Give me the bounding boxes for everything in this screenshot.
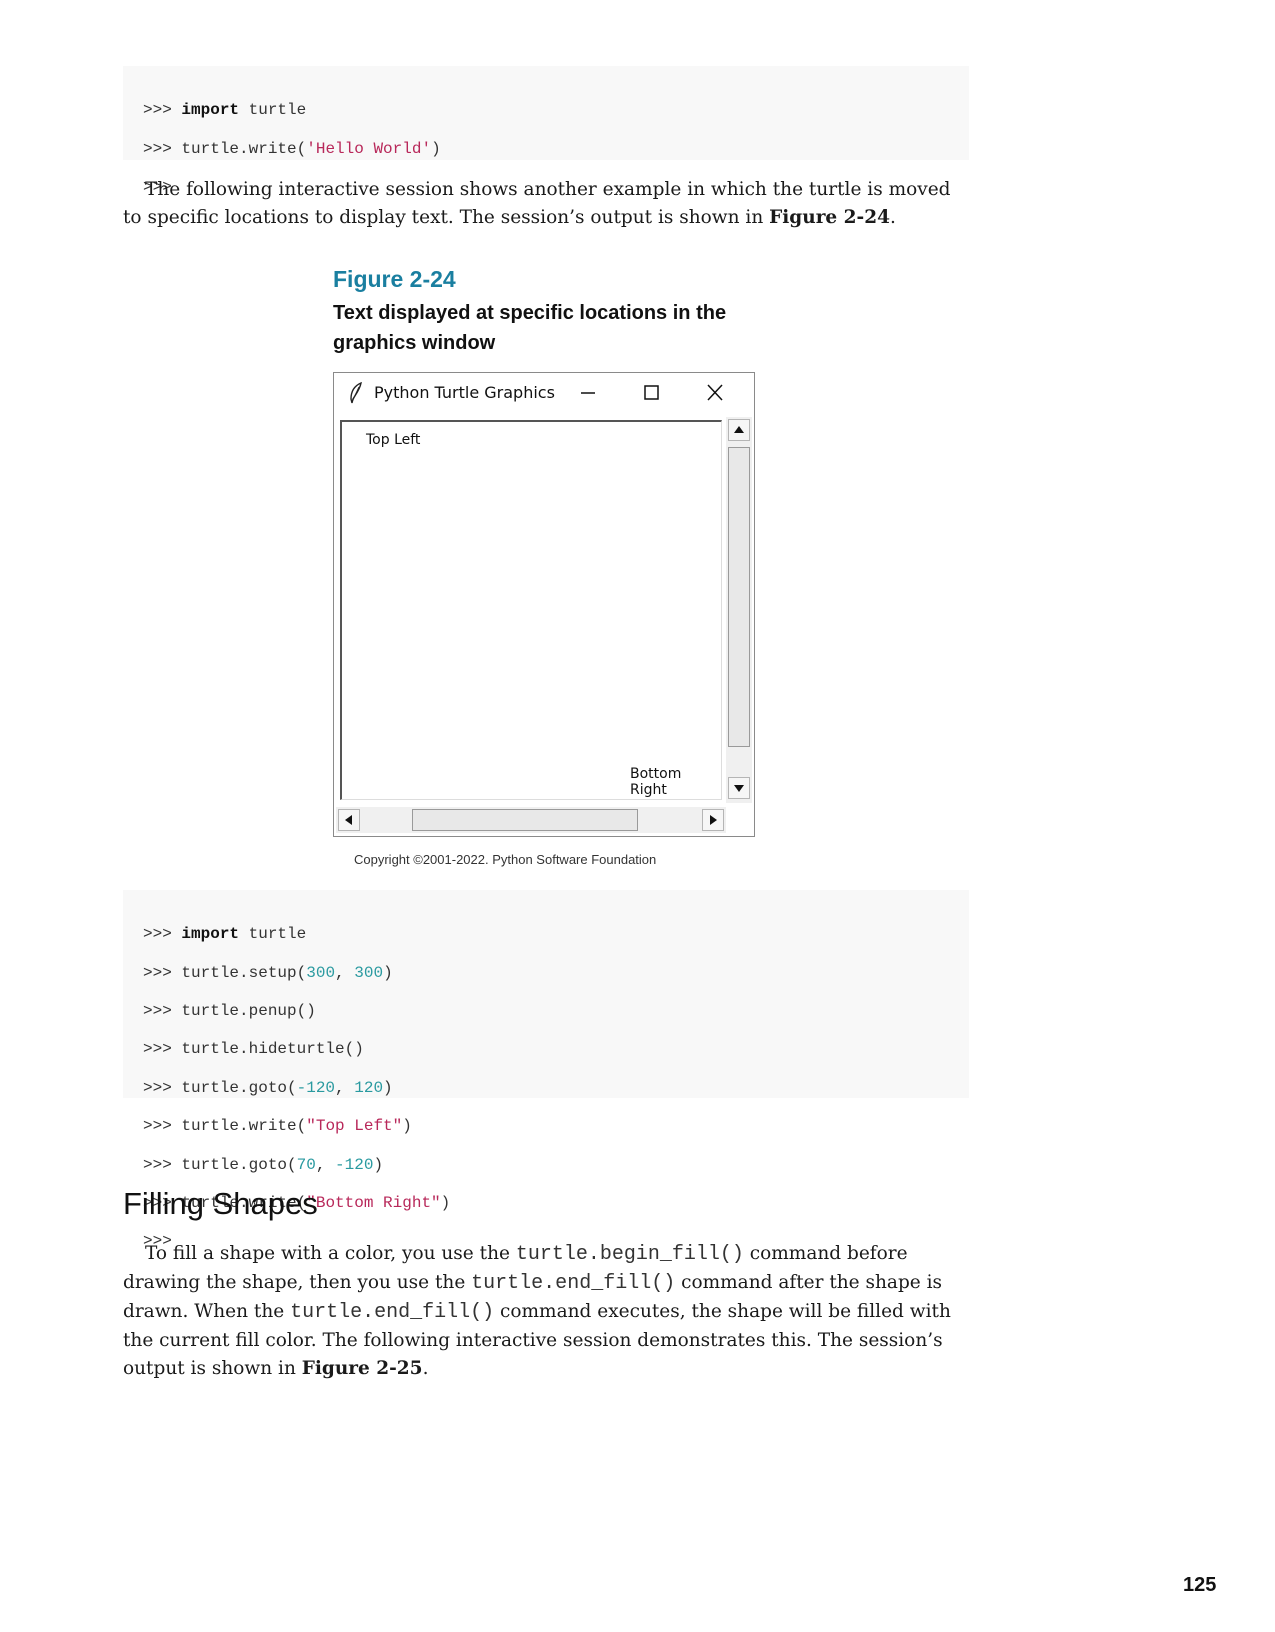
code-line: >>> turtle.penup(): [143, 1001, 316, 1020]
inline-code: turtle.end_fill(): [471, 1272, 676, 1295]
paragraph-intro: The following interactive session shows …: [123, 179, 951, 228]
inline-code: turtle.end_fill(): [290, 1301, 495, 1324]
scroll-right-arrow-icon: [710, 815, 717, 825]
scroll-up-arrow-icon: [734, 426, 744, 433]
maximize-icon[interactable]: [640, 383, 662, 403]
canvas-text-top-left: Top Left: [366, 432, 421, 448]
scroll-down-button[interactable]: [728, 777, 750, 799]
vertical-scroll-thumb[interactable]: [728, 447, 750, 747]
turtle-canvas[interactable]: Top Left Bottom Right: [340, 420, 722, 800]
code-line: >>> turtle.write("Top Left"): [143, 1117, 412, 1136]
feather-icon: [348, 381, 364, 408]
scroll-down-arrow-icon: [734, 785, 744, 792]
section-heading: Filling Shapes: [123, 1186, 318, 1221]
horizontal-scrollbar[interactable]: [336, 807, 726, 833]
figure-reference: Figure 2-24: [769, 207, 890, 228]
code-block-hello-world: >>> import turtle >>> turtle.write('Hell…: [123, 66, 969, 196]
code-line: >>> turtle.setup(300, 300): [143, 963, 393, 982]
figure-caption: Text displayed at specific locations in …: [333, 302, 727, 354]
vertical-scrollbar[interactable]: [726, 417, 752, 803]
code-line: >>> turtle.hideturtle(): [143, 1040, 364, 1059]
turtle-graphics-window: Python Turtle Graphics Top Left Bottom R…: [333, 372, 755, 837]
code-line: >>> import turtle: [143, 925, 307, 944]
scroll-left-arrow-icon: [345, 815, 352, 825]
scroll-right-button[interactable]: [702, 809, 724, 831]
window-titlebar[interactable]: Python Turtle Graphics: [334, 373, 754, 413]
code-line: >>> turtle.write('Hello World'): [143, 139, 441, 158]
code-line: >>> turtle.goto(-120, 120): [143, 1078, 393, 1097]
page-number: 125: [1183, 1574, 1217, 1596]
figure-label: Figure 2-24: [333, 266, 456, 292]
code-line: >>> turtle.goto(70, -120): [143, 1155, 384, 1174]
code-line: >>> import turtle: [143, 101, 307, 120]
inline-code: turtle.begin_fill(): [515, 1243, 744, 1266]
figure-reference: Figure 2-25: [301, 1358, 423, 1379]
scroll-left-button[interactable]: [338, 809, 360, 831]
window-title: Python Turtle Graphics: [374, 383, 555, 402]
close-icon[interactable]: [704, 383, 726, 403]
horizontal-scroll-thumb[interactable]: [412, 809, 638, 831]
figure-copyright: Copyright ©2001-2022. Python Software Fo…: [354, 852, 657, 867]
paragraph-filling-shapes: To fill a shape with a color, you use th…: [123, 1243, 951, 1379]
canvas-text-bottom-right: Bottom Right: [630, 766, 682, 798]
code-block-top-left-bottom-right: >>> import turtle >>> turtle.setup(300, …: [123, 890, 969, 1250]
minimize-icon[interactable]: [577, 383, 599, 403]
scroll-up-button[interactable]: [728, 419, 750, 441]
